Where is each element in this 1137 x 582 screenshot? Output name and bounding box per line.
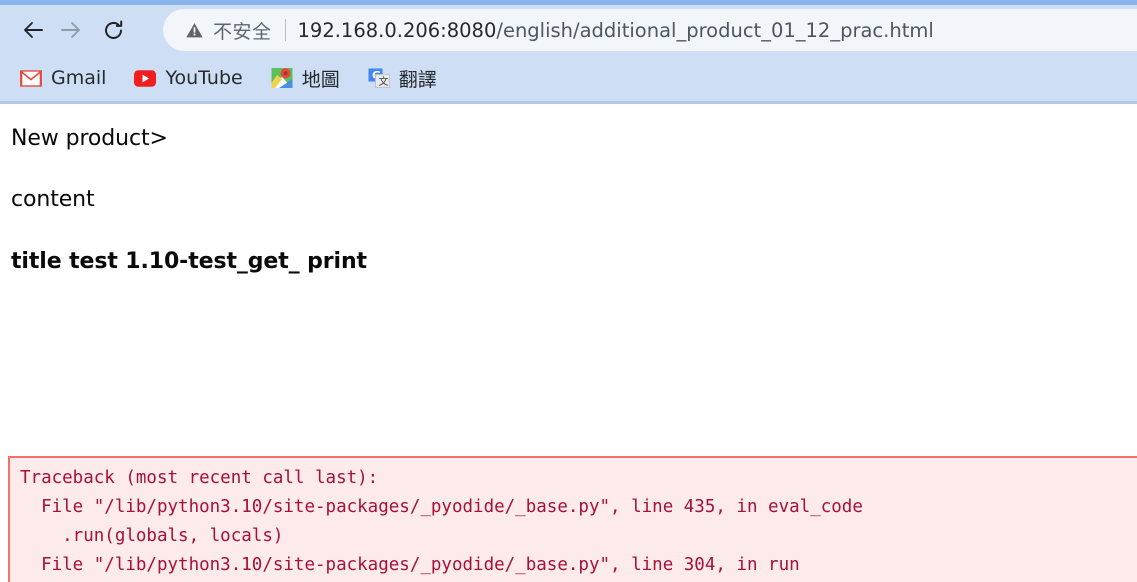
bookmarks-bar: Gmail YouTube 地圖 文 翻譯 [0,55,1137,104]
warning-triangle-icon[interactable] [185,21,204,40]
youtube-icon [134,67,157,89]
back-button[interactable] [14,11,52,49]
google-maps-icon [271,67,293,89]
forward-button[interactable] [52,11,90,49]
url-path: /english/additional_product_01_12_prac.h… [496,18,934,42]
back-arrow-icon [21,18,45,42]
bookmark-label: 翻譯 [398,68,437,91]
reload-icon [101,18,126,43]
page-line-title-test: title test 1.10-test_get_ print [11,249,367,274]
page-content: New product> content title test 1.10-tes… [0,104,1137,582]
browser-window: 不安全 192.168.0.206:8080/english/additiona… [0,0,1137,582]
address-bar[interactable]: 不安全 192.168.0.206:8080/english/additiona… [163,9,1137,51]
url-host: 192.168.0.206:8080 [297,18,497,42]
bookmark-youtube[interactable]: YouTube [131,61,245,95]
traceback-line: Traceback (most recent call last): [20,468,379,488]
google-translate-icon: G 文 [368,67,390,89]
svg-text:文: 文 [378,75,388,88]
bookmark-gmail[interactable]: Gmail [17,61,109,95]
bookmark-label: 地圖 [301,68,340,91]
gmail-icon [20,67,42,89]
python-traceback-box: Traceback (most recent call last): File … [8,456,1137,582]
reload-button[interactable] [94,11,132,49]
omnibox-divider [284,19,286,41]
browser-toolbar: 不安全 192.168.0.206:8080/english/additiona… [0,5,1137,55]
traceback-line: File "/lib/python3.10/site-packages/_pyo… [20,497,863,517]
bookmark-label: Gmail [51,67,107,89]
bookmark-label: YouTube [165,67,243,89]
traceback-line: .run(globals, locals) [20,526,284,546]
page-line-new-product: New product> [11,126,168,151]
page-line-content: content [11,187,95,212]
security-status-label: 不安全 [213,20,272,43]
url-text: 192.168.0.206:8080/english/additional_pr… [298,19,934,42]
traceback-line: File "/lib/python3.10/site-packages/_pyo… [20,555,800,575]
bookmark-translate[interactable]: G 文 翻譯 [365,61,440,95]
forward-arrow-icon [59,18,83,42]
bookmark-maps[interactable]: 地圖 [268,61,343,95]
